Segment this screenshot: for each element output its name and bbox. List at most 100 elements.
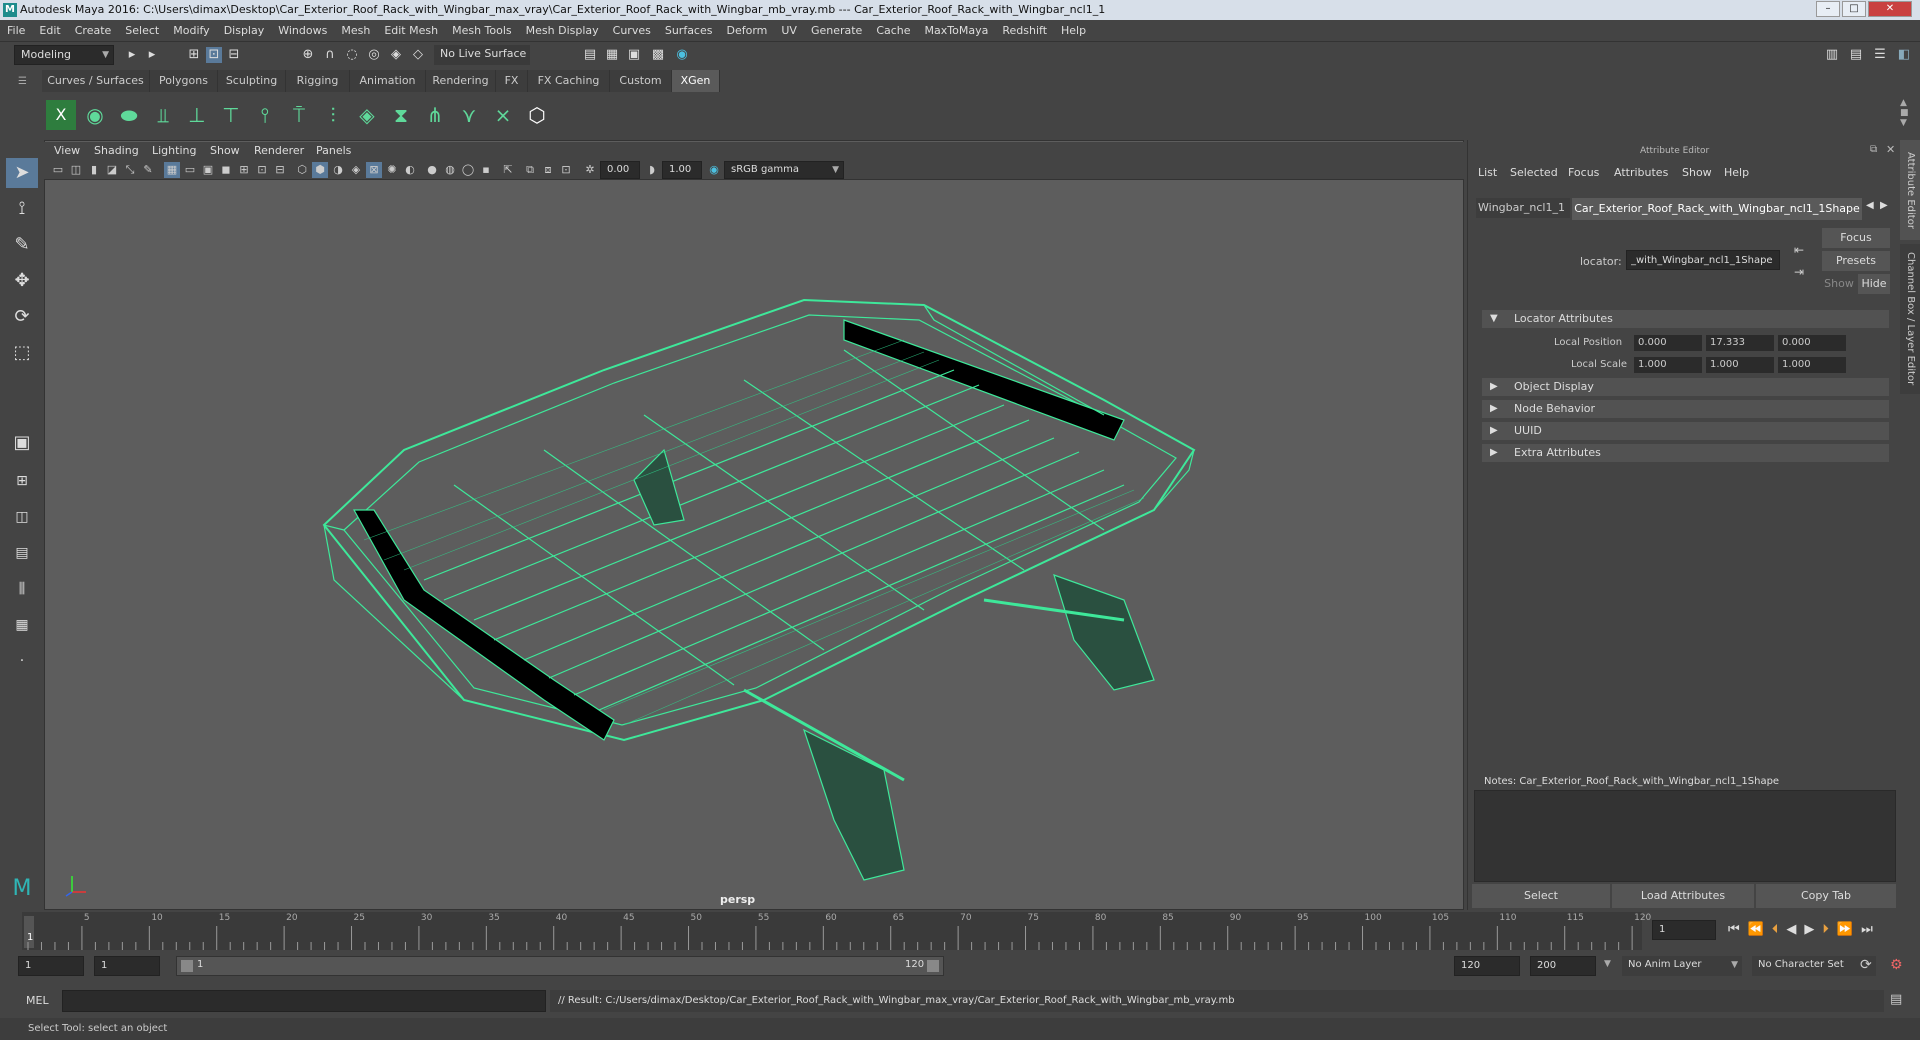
image-plane-icon[interactable]: ◪ <box>104 162 120 178</box>
render-view-icon[interactable]: ▩ <box>650 47 666 63</box>
layout-single-icon[interactable]: ▣ <box>6 428 38 458</box>
snap-curve-icon[interactable]: ∩ <box>322 47 338 63</box>
use-lights-icon[interactable]: ✺ <box>384 162 400 178</box>
ae-menu-selected[interactable]: Selected <box>1510 166 1558 179</box>
ambient-occlusion-icon[interactable]: ● <box>424 162 440 178</box>
menu-maxtomaya[interactable]: MaxToMaya <box>918 20 996 42</box>
local-scale-y[interactable]: 1.000 <box>1706 357 1774 373</box>
anim-layer-dropdown[interactable]: No Anim Layer ▼ <box>1622 956 1742 976</box>
ae-menu-show[interactable]: Show <box>1682 166 1712 179</box>
section-extra-attributes[interactable]: ▶ Extra Attributes <box>1482 444 1889 462</box>
camera-attr-icon[interactable]: ◫ <box>68 162 84 178</box>
vp-menu-show[interactable]: Show <box>210 142 240 160</box>
xgen-add-guide-icon[interactable]: ⊥ <box>182 100 212 130</box>
snap-vertex-icon[interactable]: ◇ <box>410 47 426 63</box>
field-chart-icon[interactable]: ⊞ <box>236 162 252 178</box>
range-slider[interactable]: 1 120 <box>176 956 944 976</box>
grease-pencil-icon[interactable]: ✎ <box>140 162 156 178</box>
current-frame-field[interactable]: 1 <box>1652 920 1716 940</box>
mel-input[interactable] <box>62 990 546 1012</box>
xray-icon[interactable]: ⧉ <box>522 162 538 178</box>
time-slider[interactable]: 1 5 10 15 20 25 30 35 40 45 50 55 60 65 70 75 80 85 90 95 1… <box>0 912 1920 952</box>
select-hierarchy-icon[interactable]: ⊞ <box>186 47 202 63</box>
anim-end-field[interactable]: 200 <box>1530 956 1596 976</box>
presets-button[interactable]: Presets <box>1822 251 1890 271</box>
ae-menu-list[interactable]: List <box>1478 166 1497 179</box>
tab-xgen[interactable]: XGen <box>672 70 720 92</box>
menu-modify[interactable]: Modify <box>166 20 216 42</box>
smooth-shade-icon[interactable]: ⬢ <box>312 162 328 178</box>
tab-sculpting[interactable]: Sculpting <box>218 70 286 92</box>
menu-cache[interactable]: Cache <box>869 20 917 42</box>
go-to-end-icon[interactable]: ⏭ <box>1861 922 1881 937</box>
rotate-tool-icon[interactable]: ⟳ <box>6 302 38 332</box>
menu-mesh-tools[interactable]: Mesh Tools <box>445 20 519 42</box>
section-node-behavior[interactable]: ▶ Node Behavior <box>1482 400 1889 418</box>
local-position-z[interactable]: 0.000 <box>1778 335 1846 351</box>
copy-tab-button[interactable]: Copy Tab <box>1756 884 1896 908</box>
minimize-button[interactable]: – <box>1816 1 1840 17</box>
channel-box-toggle-icon[interactable]: ☰ <box>1872 47 1888 63</box>
render-settings-icon[interactable]: ▤ <box>582 47 598 63</box>
tab-custom[interactable]: Custom <box>610 70 672 92</box>
shelf-scroll-icon[interactable]: ▲ ■ ▼ <box>1900 98 1909 128</box>
xgen-delete-guide-icon[interactable]: ⨯ <box>488 100 518 130</box>
gamma-icon[interactable]: ◗ <box>644 162 660 178</box>
menu-file[interactable]: File <box>0 20 32 42</box>
range-start-handle[interactable] <box>181 960 193 972</box>
select-component-icon[interactable]: ⊟ <box>226 47 242 63</box>
safe-action-icon[interactable]: ⊡ <box>254 162 270 178</box>
color-management-icon[interactable]: ◉ <box>706 162 722 178</box>
tab-next-icon[interactable]: ▶ <box>1880 200 1888 211</box>
step-forward-frame-icon[interactable]: ⏵ <box>1822 922 1837 937</box>
float-panel-icon[interactable]: ⧉ <box>1870 144 1877 155</box>
snap-surface-icon[interactable]: ◈ <box>388 47 404 63</box>
menu-mesh-display[interactable]: Mesh Display <box>519 20 606 42</box>
script-editor-icon[interactable]: ▤ <box>1890 992 1902 1007</box>
xray-active-icon[interactable]: ⧈ <box>540 162 556 178</box>
playback-end-field[interactable]: 120 <box>1454 956 1520 976</box>
tab-animation[interactable]: Animation <box>350 70 426 92</box>
workspace-icon[interactable]: ▥ <box>1824 47 1840 63</box>
tab-prev-icon[interactable]: ◀ <box>1866 200 1874 211</box>
layout-two-icon[interactable]: ◫ <box>6 502 38 532</box>
tab-rigging[interactable]: Rigging <box>286 70 350 92</box>
playback-start-field[interactable]: 1 <box>94 956 160 976</box>
wireframe-on-shaded-icon[interactable]: ◑ <box>330 162 346 178</box>
xgen-rebuild-icon[interactable]: ⧗ <box>386 100 416 130</box>
ipr-render-icon[interactable]: ▣ <box>626 47 642 63</box>
step-forward-key-icon[interactable]: ⏩ <box>1837 922 1861 937</box>
vp-menu-renderer[interactable]: Renderer <box>254 142 304 160</box>
auto-key-icon[interactable]: ⟳ <box>1860 957 1872 973</box>
resolution-gate-icon[interactable]: ▣ <box>200 162 216 178</box>
menu-redshift[interactable]: Redshift <box>995 20 1054 42</box>
ae-tab-transform[interactable]: Wingbar_ncl1_1 <box>1476 198 1570 218</box>
menu-generate[interactable]: Generate <box>804 20 869 42</box>
section-locator-attributes[interactable]: ▼ Locator Attributes <box>1482 310 1889 328</box>
two-d-pan-icon[interactable]: ⤡ <box>122 162 138 178</box>
vp-menu-panels[interactable]: Panels <box>316 142 351 160</box>
scale-tool-icon[interactable]: ⬚ <box>6 338 38 368</box>
xgen-clump-icon[interactable]: ⋔ <box>420 100 450 130</box>
xgen-editor-icon[interactable]: X <box>46 100 76 130</box>
go-to-start-icon[interactable]: ⏮ <box>1728 922 1748 937</box>
grid-icon[interactable]: ▦ <box>164 162 180 178</box>
xgen-place-guide-icon[interactable]: ⫫ <box>148 100 178 130</box>
more-layouts-icon[interactable]: · <box>6 646 38 676</box>
section-uuid[interactable]: ▶ UUID <box>1482 422 1889 440</box>
tab-rendering[interactable]: Rendering <box>426 70 496 92</box>
chevron-down-icon[interactable]: ▼ <box>1604 959 1611 969</box>
open-scene-icon[interactable]: ▸ <box>124 47 140 63</box>
select-tool-icon[interactable]: ➤ <box>6 158 38 188</box>
local-scale-z[interactable]: 1.000 <box>1778 357 1846 373</box>
move-tool-icon[interactable]: ✥ <box>6 266 38 296</box>
anim-prefs-icon[interactable]: ⚙ <box>1890 957 1903 973</box>
layout-hypershade-icon[interactable]: ▦ <box>6 610 38 640</box>
section-object-display[interactable]: ▶ Object Display <box>1482 378 1889 396</box>
close-panel-icon[interactable]: ✕ <box>1886 143 1895 156</box>
film-gate-icon[interactable]: ▭ <box>182 162 198 178</box>
hypershade-icon[interactable]: ◉ <box>674 47 690 63</box>
snap-point-icon[interactable]: ◌ <box>344 47 360 63</box>
menu-mesh[interactable]: Mesh <box>334 20 377 42</box>
safe-title-icon[interactable]: ⊟ <box>272 162 288 178</box>
